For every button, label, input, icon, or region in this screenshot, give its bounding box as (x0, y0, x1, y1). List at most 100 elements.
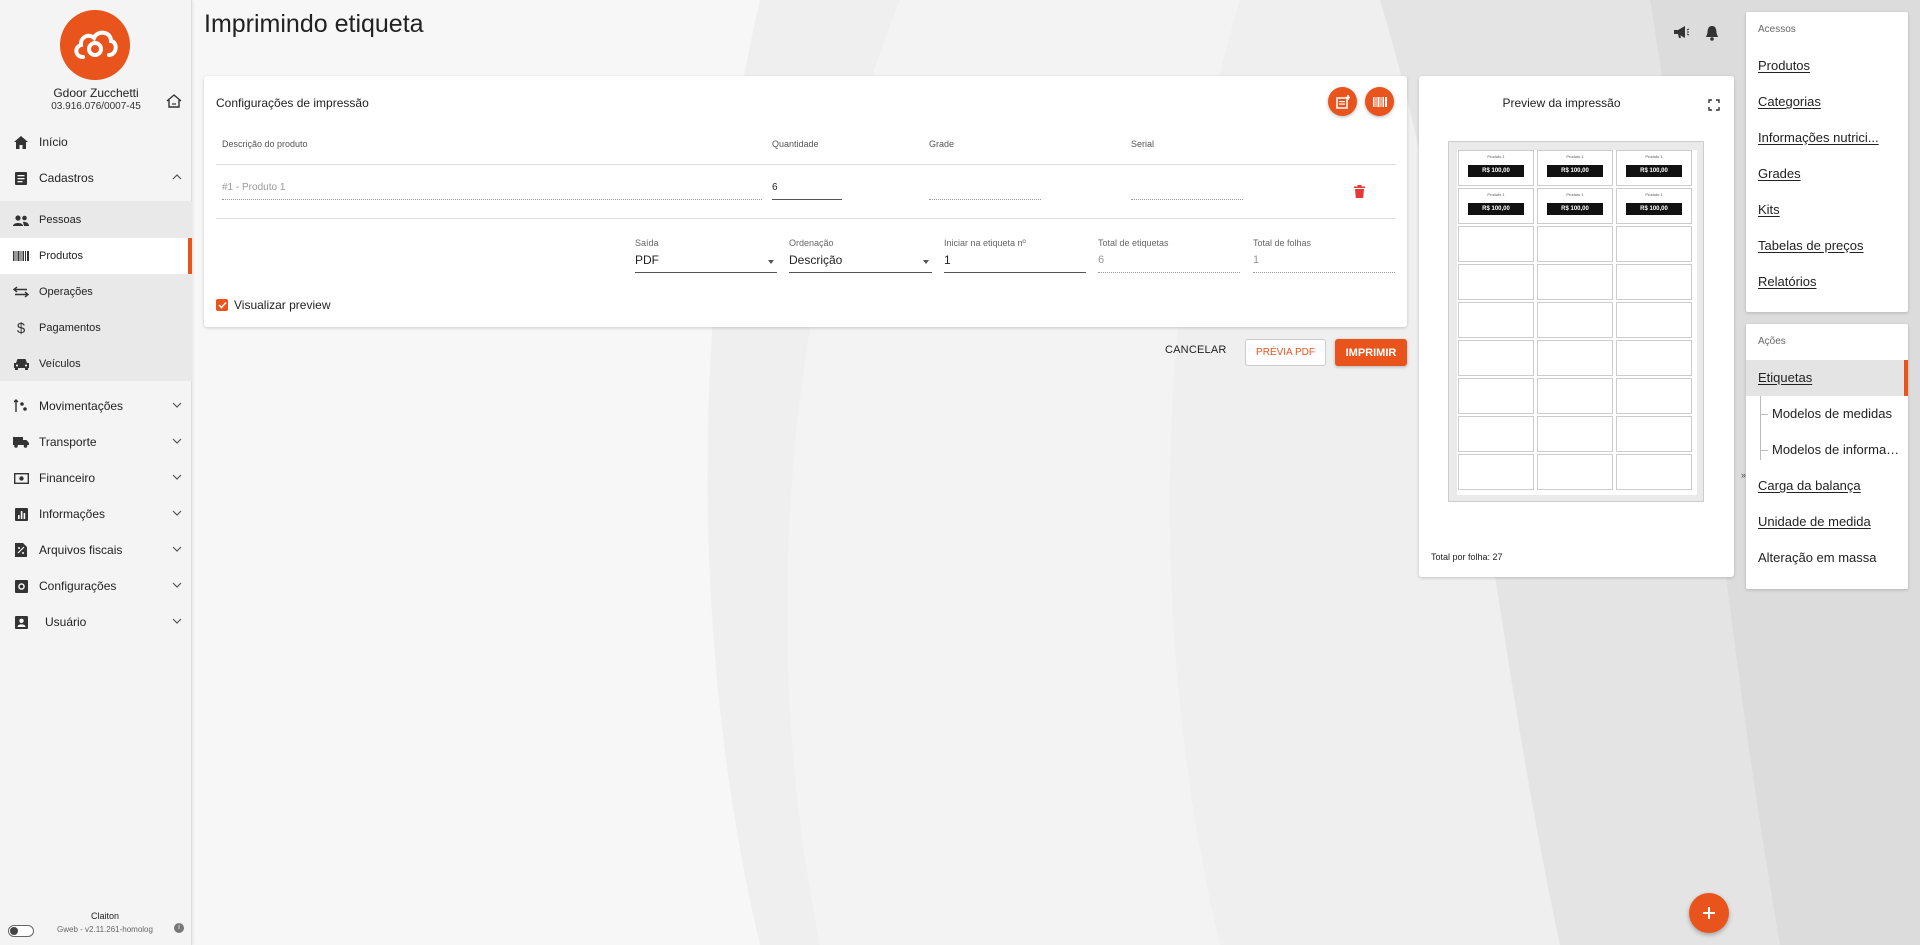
total-etiquetas-value: 6 (1098, 254, 1105, 266)
sidebar-item-pagamentos[interactable]: $ Pagamentos (0, 310, 192, 346)
quantity-input[interactable]: 6 (772, 182, 778, 193)
iniciar-label: Iniciar na etiqueta nº (944, 238, 1026, 248)
print-button[interactable]: IMPRIMIR (1335, 339, 1407, 366)
total-etiquetas-label: Total de etiquetas (1098, 238, 1169, 248)
ordenacao-select[interactable]: Descrição (789, 253, 842, 267)
sidebar-item-label: Pagamentos (39, 322, 101, 334)
link-modelos-de-medidas[interactable]: Modelos de medidas (1772, 406, 1902, 421)
sidebar-item-inicio[interactable]: Início (0, 124, 192, 160)
profile-section: Gdoor Zucchetti 03.916.076/0007-45 (0, 0, 191, 128)
megaphone-icon[interactable] (1673, 25, 1689, 39)
sidebar-item-label: Início (39, 135, 68, 149)
truck-icon (13, 434, 29, 450)
sidebar-item-cadastros[interactable]: Cadastros (0, 160, 192, 196)
car-icon (13, 356, 29, 372)
column-header-serial: Serial (1131, 139, 1155, 149)
file-fiscal-icon (13, 542, 29, 558)
barcode-button[interactable] (1365, 87, 1394, 116)
profile-document: 03.916.076/0007-45 (51, 101, 141, 112)
empty-label-slot (1616, 226, 1692, 262)
total-folhas-underline (1253, 272, 1395, 273)
fullscreen-icon[interactable] (1708, 99, 1720, 111)
empty-label-slot (1616, 340, 1692, 376)
link-tabelas-de-precos[interactable]: Tabelas de preços (1758, 238, 1903, 253)
printed-label: Produto 1 R$ 100,00 (1458, 150, 1534, 186)
iniciar-input[interactable]: 1 (944, 253, 951, 267)
sidebar-item-veiculos[interactable]: Veículos (0, 346, 192, 382)
print-config-card: Configurações de impressão Descrição do … (204, 76, 1407, 327)
sidebar-item-operacoes[interactable]: Operações (0, 274, 192, 310)
empty-label-slot (1458, 340, 1534, 376)
sidebar-item-arquivos-fiscais[interactable]: Arquivos fiscais (0, 532, 192, 568)
sidebar-item-movimentacoes[interactable]: Movimentações (0, 388, 192, 424)
link-produtos[interactable]: Produtos (1758, 58, 1903, 73)
total-folhas-label: Total de folhas (1253, 238, 1312, 248)
add-fab-button[interactable] (1689, 893, 1729, 933)
product-description-field[interactable]: #1 - Produto 1 (222, 182, 285, 193)
sidebar-item-label: Pessoas (39, 214, 82, 226)
chevron-down-icon (172, 582, 182, 588)
add-label-icon (1335, 94, 1350, 109)
link-kits[interactable]: Kits (1758, 202, 1903, 217)
sidebar-item-financeiro[interactable]: Financeiro (0, 460, 192, 496)
page-title: Imprimindo etiqueta (204, 10, 424, 38)
user-icon (13, 614, 29, 630)
trash-icon[interactable] (1354, 185, 1365, 198)
label-product-name: Produto 1 (1487, 192, 1505, 197)
serial-input[interactable] (1131, 199, 1243, 200)
link-categorias[interactable]: Categorias (1758, 94, 1903, 109)
info-icon[interactable]: i (174, 923, 184, 933)
theme-toggle[interactable] (8, 925, 34, 937)
grade-input[interactable] (929, 199, 1041, 200)
link-carga-da-balanca[interactable]: Carga da balança (1758, 478, 1903, 493)
label-price: R$ 100,00 (1547, 165, 1603, 177)
label-price: R$ 100,00 (1547, 203, 1603, 215)
sidebar-item-informacoes[interactable]: Informações (0, 496, 192, 532)
saida-label: Saída (635, 238, 659, 248)
total-etiquetas-underline (1098, 272, 1240, 273)
sidebar-item-label: Movimentações (39, 399, 124, 413)
acessos-title: Acessos (1758, 24, 1796, 35)
label-price: R$ 100,00 (1468, 165, 1524, 177)
link-grades[interactable]: Grades (1758, 166, 1903, 181)
printed-label: Produto 1 R$ 100,00 (1537, 150, 1613, 186)
bell-icon[interactable] (1705, 25, 1719, 41)
link-etiquetas[interactable]: Etiquetas (1758, 370, 1903, 385)
ordenacao-underline (789, 272, 932, 273)
checkmark-icon (217, 301, 227, 309)
visualizar-preview-checkbox[interactable] (216, 299, 228, 311)
product-field-underline (222, 199, 762, 200)
preview-total-per-sheet: Total por folha: 27 (1431, 552, 1503, 562)
printed-label: Produto 1 R$ 100,00 (1458, 188, 1534, 224)
empty-label-slot (1458, 264, 1534, 300)
label-product-name: Produto 1 (1487, 154, 1505, 159)
card-title: Configurações de impressão (216, 96, 369, 110)
cancel-button[interactable]: CANCELAR (1165, 344, 1227, 356)
sidebar-item-pessoas[interactable]: Pessoas (0, 202, 192, 238)
printed-label: Produto 1 R$ 100,00 (1537, 188, 1613, 224)
sidebar-item-label: Transporte (39, 435, 97, 449)
link-alteracao-em-massa[interactable]: Alteração em massa (1758, 550, 1903, 565)
label-product-name: Produto 1 (1645, 154, 1663, 159)
saida-select[interactable]: PDF (635, 253, 659, 267)
label-grid: Produto 1 R$ 100,00 Produto 1 R$ 100,00 Prod… (1457, 150, 1697, 495)
link-informacoes-nutricionais[interactable]: Informações nutrici... (1758, 130, 1903, 145)
empty-label-slot (1616, 416, 1692, 452)
avatar[interactable] (60, 10, 130, 80)
label-sheet-preview: Produto 1 R$ 100,00 Produto 1 R$ 100,00 Prod… (1448, 141, 1704, 502)
sidebar-item-label: Cadastros (39, 171, 94, 185)
empty-label-slot (1537, 454, 1613, 490)
preview-pdf-button[interactable]: PRÉVIA PDF (1245, 339, 1326, 366)
sidebar-item-configuracoes[interactable]: Configurações (0, 568, 192, 604)
home-outline-icon[interactable] (165, 92, 183, 110)
sidebar-item-produtos[interactable]: Produtos (0, 238, 192, 274)
collapse-panel-icon[interactable]: » (1741, 470, 1746, 480)
link-relatorios[interactable]: Relatórios (1758, 274, 1903, 289)
link-unidade-de-medida[interactable]: Unidade de medida (1758, 514, 1903, 529)
link-modelos-de-informacoes[interactable]: Modelos de informaç... (1772, 442, 1902, 457)
dropdown-arrow-icon (923, 260, 929, 264)
sidebar-item-transporte[interactable]: Transporte (0, 424, 192, 460)
home-icon (13, 134, 29, 150)
sidebar-item-usuario[interactable]: Usuário (0, 604, 192, 640)
add-label-button[interactable] (1328, 87, 1357, 116)
